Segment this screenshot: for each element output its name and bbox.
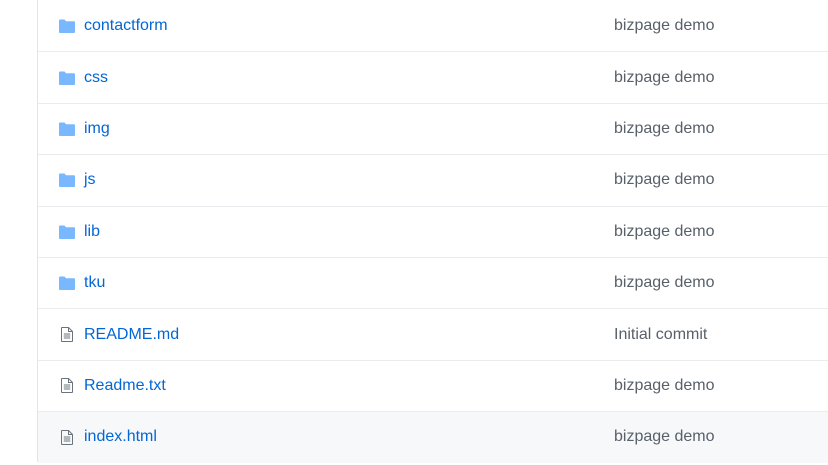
folder-icon (59, 224, 75, 240)
folder-icon (59, 121, 75, 137)
folder-icon (59, 70, 75, 86)
file-row[interactable]: Readme.txt bizpage demo (38, 359, 828, 412)
file-name-link[interactable]: js (84, 171, 96, 189)
file-name-link[interactable]: contactform (84, 17, 168, 35)
file-name-link[interactable]: README.md (84, 326, 179, 344)
file-row[interactable]: js bizpage demo (38, 154, 828, 206)
commit-message[interactable]: bizpage demo (614, 223, 715, 241)
commit-message[interactable]: bizpage demo (614, 69, 715, 87)
folder-icon (59, 18, 75, 34)
file-name-link[interactable]: img (84, 120, 110, 138)
file-icon (59, 378, 75, 394)
file-row[interactable]: contactform bizpage demo (38, 0, 828, 52)
file-name-link[interactable]: css (84, 69, 108, 87)
folder-icon (59, 172, 75, 188)
commit-message[interactable]: bizpage demo (614, 171, 715, 189)
file-name-link[interactable]: Readme.txt (84, 377, 166, 395)
file-row[interactable]: index.html bizpage demo (38, 411, 828, 463)
file-name-link[interactable]: index.html (84, 428, 157, 446)
file-icon (59, 429, 75, 445)
file-row[interactable]: css bizpage demo (38, 51, 828, 103)
file-list: contactform bizpage demo css bizpage dem… (37, 0, 828, 463)
folder-icon (59, 275, 75, 291)
commit-message[interactable]: bizpage demo (614, 17, 715, 35)
commit-message[interactable]: bizpage demo (614, 120, 715, 138)
file-row[interactable]: tku bizpage demo (38, 256, 828, 309)
file-icon (59, 327, 75, 343)
file-row[interactable]: lib bizpage demo (38, 205, 828, 257)
file-name-link[interactable]: lib (84, 223, 100, 241)
file-row[interactable]: img bizpage demo (38, 102, 828, 155)
commit-message[interactable]: bizpage demo (614, 377, 715, 395)
commit-message[interactable]: Initial commit (614, 326, 707, 344)
file-row[interactable]: README.md Initial commit (38, 308, 828, 360)
commit-message[interactable]: bizpage demo (614, 274, 715, 292)
commit-message[interactable]: bizpage demo (614, 428, 715, 446)
file-name-link[interactable]: tku (84, 274, 105, 292)
